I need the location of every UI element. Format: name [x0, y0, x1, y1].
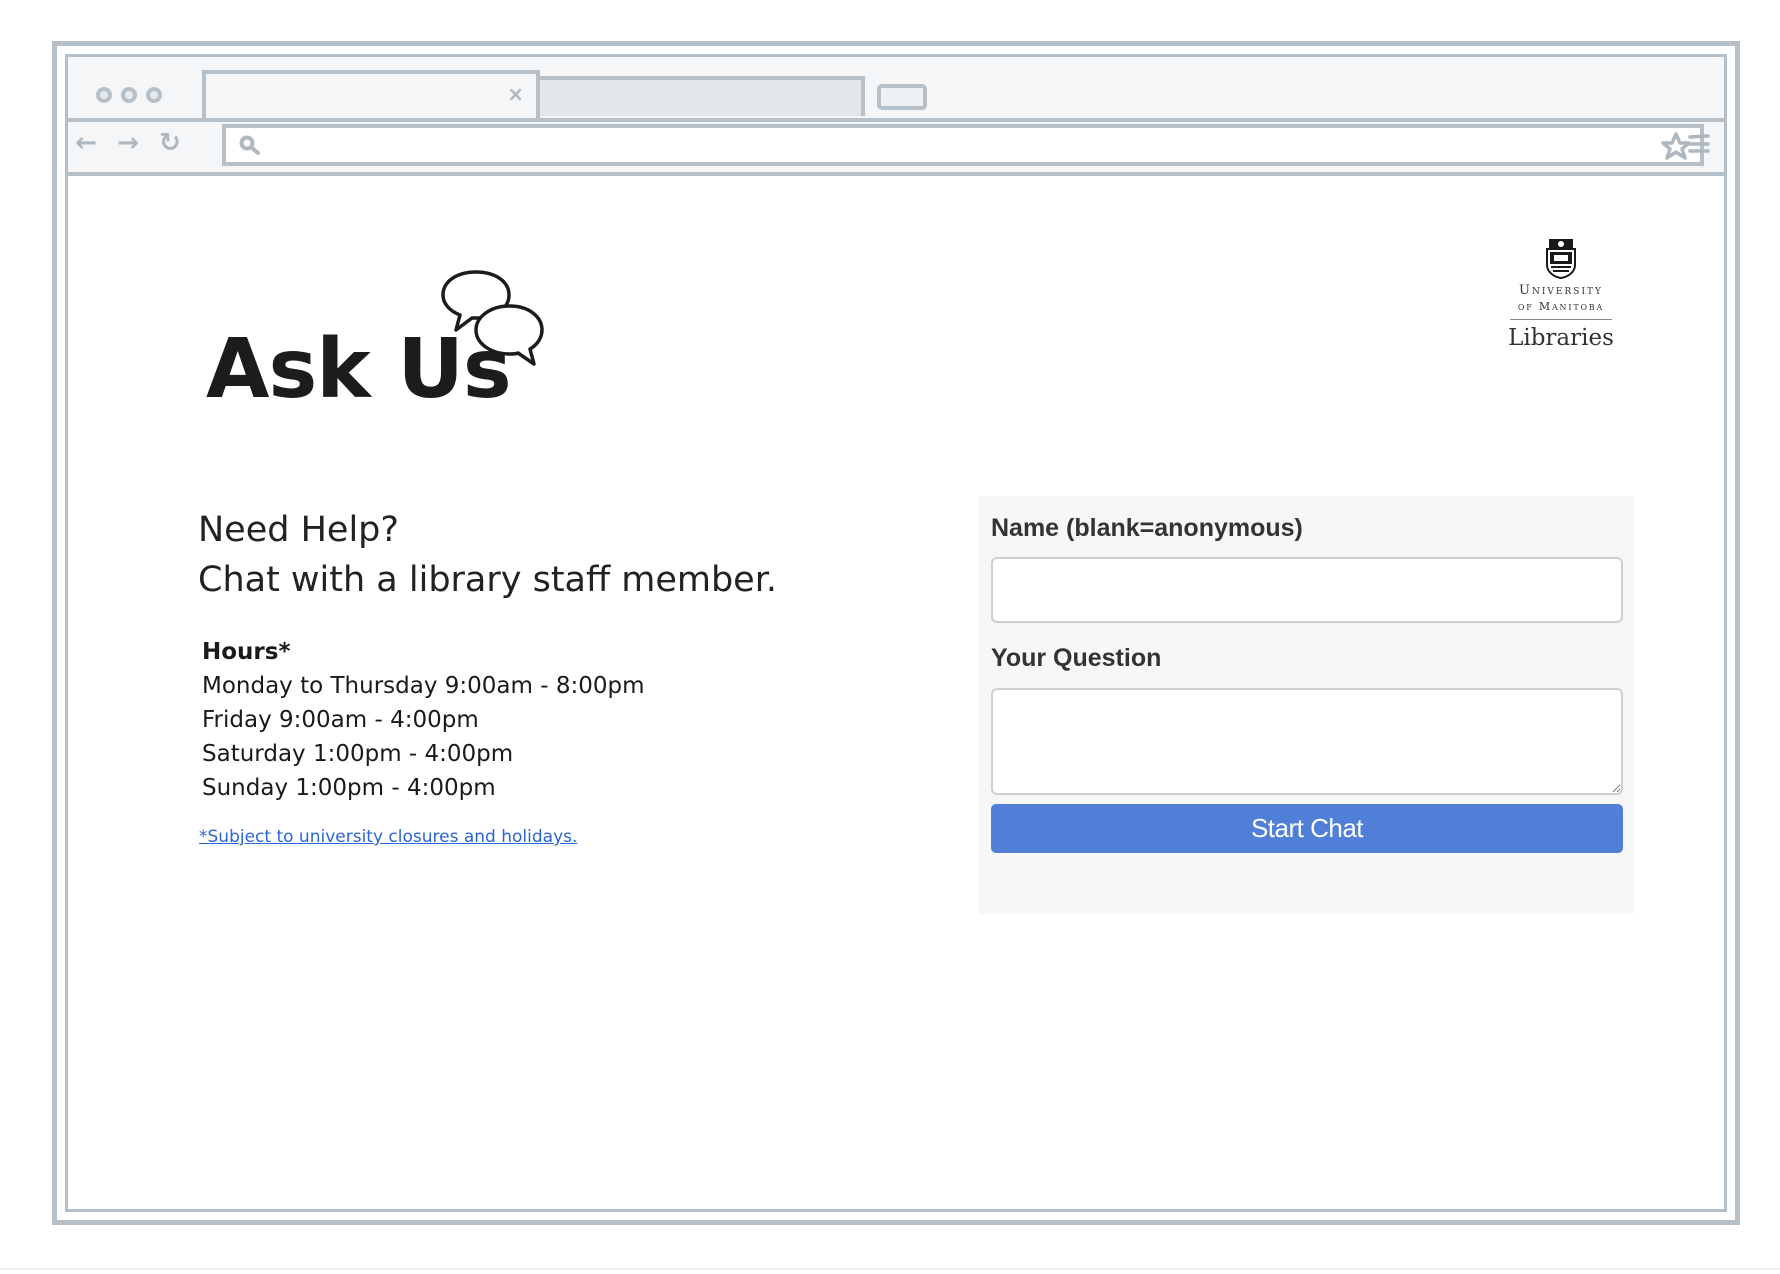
chat-bubbles-icon	[436, 270, 546, 384]
hours-row: Friday 9:00am - 4:00pm	[202, 707, 479, 733]
intro-text: Need Help? Chat with a library staff mem…	[198, 505, 777, 605]
back-arrow-icon[interactable]: ←	[71, 128, 101, 158]
logo-divider	[1510, 319, 1612, 320]
page-content: Ask Us University of Manitoba Libraries	[66, 175, 1714, 1203]
menu-icon[interactable]	[1687, 132, 1711, 160]
forward-arrow-icon[interactable]: →	[113, 128, 143, 158]
floor-line	[0, 1268, 1780, 1270]
intro-line-1: Need Help?	[198, 510, 399, 550]
hours-row: Sunday 1:00pm - 4:00pm	[202, 775, 496, 801]
hours-row: Saturday 1:00pm - 4:00pm	[202, 741, 514, 767]
intro-line-2: Chat with a library staff member.	[198, 560, 778, 600]
tab-close-icon[interactable]: ×	[507, 84, 524, 104]
hours-row: Monday to Thursday 9:00am - 8:00pm	[202, 673, 645, 699]
logo-libraries-text: Libraries	[1508, 325, 1614, 351]
screenshot-stage: × ← → ↻ Ask Us University of Manitoba Li…	[0, 0, 1780, 1274]
window-controls	[96, 87, 162, 103]
logo-university-text: University	[1519, 283, 1603, 298]
hours-title: Hours*	[202, 639, 291, 665]
question-label: Your Question	[991, 644, 1162, 672]
tab-inactive[interactable]	[535, 76, 865, 116]
question-textarea[interactable]	[991, 688, 1623, 795]
minimize-window-dot[interactable]	[121, 87, 137, 103]
start-chat-button[interactable]: Start Chat	[991, 804, 1623, 853]
tab-active[interactable]: ×	[202, 70, 540, 122]
crest-icon	[1546, 239, 1576, 279]
close-window-dot[interactable]	[96, 87, 112, 103]
reload-icon[interactable]: ↻	[155, 128, 185, 158]
university-logo: University of Manitoba Libraries	[1506, 237, 1616, 352]
logo-manitoba-text: of Manitoba	[1517, 300, 1605, 313]
search-icon	[238, 134, 264, 164]
new-tab-button[interactable]	[877, 84, 927, 110]
name-label: Name (blank=anonymous)	[991, 514, 1303, 542]
hours-section: Hours* Monday to Thursday 9:00am - 8:00p…	[202, 635, 645, 805]
chat-form-panel: Name (blank=anonymous) Your Question Sta…	[979, 496, 1634, 914]
maximize-window-dot[interactable]	[146, 87, 162, 103]
closures-link[interactable]: *Subject to university closures and holi…	[199, 827, 577, 847]
name-input[interactable]	[991, 557, 1623, 623]
address-bar[interactable]	[222, 124, 1704, 166]
